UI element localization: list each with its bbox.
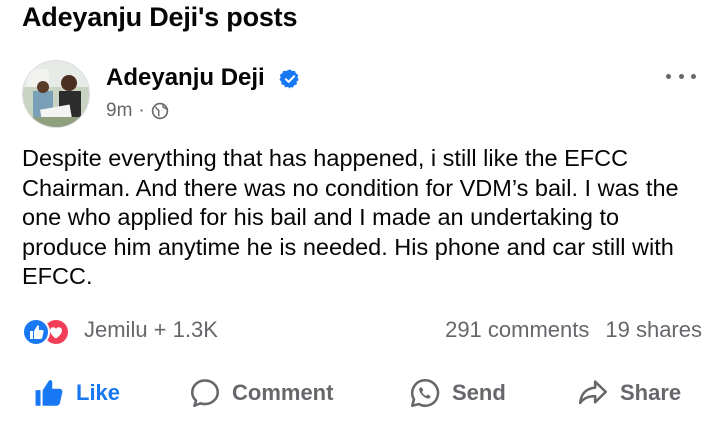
reaction-icons [22, 318, 78, 346]
post-text: Despite everything that has happened, i … [22, 145, 679, 289]
post-time[interactable]: 9m [106, 100, 132, 122]
author-avatar[interactable] [22, 60, 90, 128]
avatar-photo [23, 61, 89, 127]
meta-separator: · [138, 100, 145, 121]
shares-count[interactable]: 19 shares [605, 317, 702, 343]
comment-label: Comment [232, 380, 334, 405]
post-actions: Like Comment Send Share [0, 366, 720, 420]
share-arrow-icon [578, 380, 608, 405]
engagement-counts: 291 comments 19 shares [445, 317, 702, 343]
like-button[interactable]: Like [32, 366, 120, 420]
share-button[interactable]: Share [576, 366, 681, 420]
whatsapp-icon [410, 378, 440, 408]
like-reaction-icon [22, 318, 50, 346]
facebook-post-page: Adeyanju Deji's posts Adeyanju Deji 9m · [0, 0, 720, 428]
globe-icon [151, 102, 168, 120]
reactions-summary[interactable]: Jemilu + 1.3K 291 comments 19 shares [22, 316, 702, 348]
more-options-icon[interactable] [666, 66, 696, 86]
share-label: Share [620, 380, 682, 405]
page-title: Adeyanju Deji's posts [22, 2, 298, 32]
comments-count[interactable]: 291 comments [445, 317, 589, 343]
post-meta: 9m · [106, 100, 169, 122]
send-label: Send [452, 380, 506, 405]
comment-bubble-icon [190, 379, 220, 408]
post-header: Adeyanju Deji 9m · [22, 60, 702, 130]
like-thumb-icon [35, 380, 63, 406]
like-label: Like [76, 380, 121, 405]
verified-badge-icon [279, 69, 299, 89]
reaction-names[interactable]: Jemilu + 1.3K [84, 317, 218, 343]
author-name[interactable]: Adeyanju Deji [106, 64, 265, 92]
send-button[interactable]: Send [408, 366, 506, 420]
comment-button[interactable]: Comment [188, 366, 333, 420]
